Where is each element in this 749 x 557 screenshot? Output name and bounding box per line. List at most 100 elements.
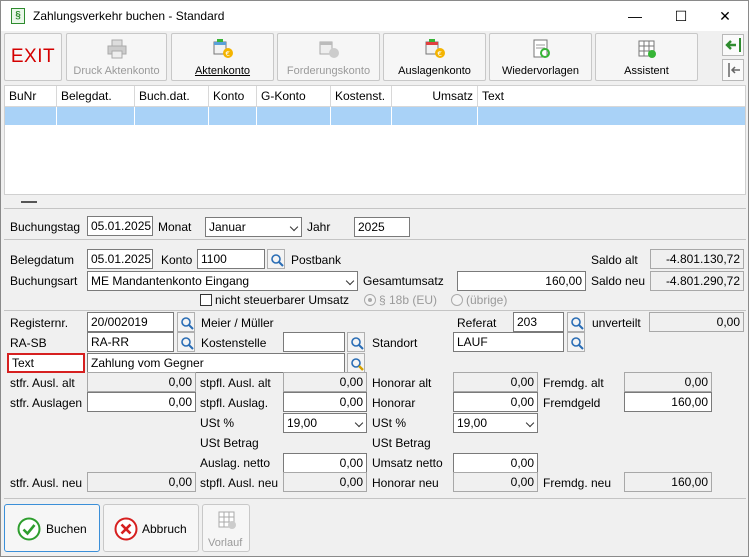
aktenkonto-button[interactable]: € Aktenkonto bbox=[171, 33, 274, 81]
col-belegdat[interactable]: Belegdat. bbox=[57, 86, 135, 107]
arrow-left-bar-icon bbox=[728, 63, 740, 77]
monat-label: Monat bbox=[158, 220, 192, 234]
stfr-ausl-neu-value: 0,00 bbox=[87, 472, 196, 492]
svg-text:€: € bbox=[225, 50, 229, 58]
standort-input[interactable]: LAUF bbox=[453, 332, 564, 352]
monat-select[interactable]: Januar bbox=[205, 217, 302, 237]
gesamtumsatz-label: Gesamtumsatz bbox=[363, 274, 444, 288]
vorlauf-button[interactable]: Vorlauf bbox=[202, 504, 250, 552]
auslag-netto-input[interactable]: 0,00 bbox=[283, 453, 367, 473]
col-bunr[interactable]: BuNr bbox=[5, 86, 57, 107]
text-input[interactable]: Zahlung vom Gegner bbox=[87, 353, 345, 373]
gesamtumsatz-input[interactable]: 160,00 bbox=[457, 271, 586, 291]
col-konto[interactable]: Konto bbox=[209, 86, 257, 107]
referat-label: Referat bbox=[457, 316, 497, 330]
jahr-input[interactable]: 2025 bbox=[354, 217, 410, 237]
ust2-value: 19,00 bbox=[457, 416, 488, 430]
druck-aktenkonto-button[interactable]: Druck Aktenkonto bbox=[66, 33, 167, 81]
grid-cell bbox=[135, 107, 209, 125]
stfr-ausl-neu-label: stfr. Ausl. neu bbox=[10, 476, 83, 490]
stfr-auslagen-input[interactable]: 0,00 bbox=[87, 392, 196, 412]
abbruch-button[interactable]: Abbruch bbox=[103, 504, 199, 552]
radio-18b[interactable] bbox=[364, 294, 376, 306]
search-icon bbox=[181, 317, 194, 330]
printer-icon bbox=[107, 39, 126, 59]
referat-search-button[interactable] bbox=[567, 312, 585, 332]
fremdgeld-input[interactable]: 160,00 bbox=[624, 392, 712, 412]
divider bbox=[4, 498, 746, 499]
ust1-value: 19,00 bbox=[287, 416, 318, 430]
kostenstelle-search-button[interactable] bbox=[347, 332, 365, 352]
col-gkonto[interactable]: G-Konto bbox=[257, 86, 331, 107]
auslagenkonto-label: Auslagenkonto bbox=[398, 65, 471, 77]
fremdg-neu-label: Fremdg. neu bbox=[543, 476, 612, 490]
grid-header: BuNr Belegdat. Buch.dat. Konto G-Konto K… bbox=[5, 86, 745, 107]
divider bbox=[4, 239, 746, 240]
saldo-alt-value: -4.801.130,72 bbox=[650, 249, 744, 269]
col-umsatz[interactable]: Umsatz bbox=[392, 86, 478, 107]
dock-right-button[interactable] bbox=[722, 34, 744, 56]
svg-text:€: € bbox=[437, 50, 441, 58]
vorlauf-icon bbox=[218, 511, 236, 529]
auslagenkonto-button[interactable]: € Auslagenkonto bbox=[383, 33, 486, 81]
konto-name: Postbank bbox=[291, 253, 342, 267]
forderungskonto-button[interactable]: Forderungskonto bbox=[277, 33, 380, 81]
mandant-name: Meier / Müller bbox=[201, 316, 274, 330]
exit-label: EXIT bbox=[10, 46, 56, 67]
buchungsart-label: Buchungsart bbox=[10, 274, 78, 288]
grid-cell bbox=[257, 107, 331, 125]
konto-input[interactable]: 1100 bbox=[197, 249, 265, 269]
close-button[interactable]: ✕ bbox=[702, 1, 748, 31]
buchungen-grid[interactable]: BuNr Belegdat. Buch.dat. Konto G-Konto K… bbox=[4, 85, 746, 195]
radio-18b-label: § 18b (EU) bbox=[379, 293, 438, 307]
divider bbox=[4, 208, 746, 209]
table-row[interactable] bbox=[5, 107, 745, 125]
referat-input[interactable]: 203 bbox=[513, 312, 564, 332]
ust1-label: USt % bbox=[200, 416, 235, 430]
buchungstag-input[interactable]: 05.01.2025 bbox=[87, 216, 153, 236]
exit-button[interactable]: EXIT bbox=[4, 33, 62, 81]
radio-uebrige[interactable] bbox=[451, 294, 463, 306]
text-template-button[interactable] bbox=[347, 353, 365, 373]
honorar-label: Honorar bbox=[372, 396, 416, 410]
col-kostenst[interactable]: Kostenst. bbox=[331, 86, 392, 107]
col-text[interactable]: Text bbox=[478, 86, 745, 107]
buchungsart-select[interactable]: ME Mandantenkonto Eingang bbox=[87, 271, 358, 291]
registernr-search-button[interactable] bbox=[177, 312, 195, 332]
assistent-button[interactable]: Assistent bbox=[595, 33, 698, 81]
registernr-input[interactable]: 20/002019 bbox=[87, 312, 174, 332]
radio-uebrige-label: (übrige) bbox=[466, 293, 508, 307]
rasb-input[interactable]: RA-RR bbox=[87, 332, 174, 352]
grid-cell bbox=[331, 107, 392, 125]
umsatz-netto-input[interactable]: 0,00 bbox=[453, 453, 538, 473]
buchen-button[interactable]: Buchen bbox=[4, 504, 100, 552]
grid-cell bbox=[209, 107, 257, 125]
kostenstelle-input[interactable] bbox=[283, 332, 345, 352]
col-buchdat[interactable]: Buch.dat. bbox=[135, 86, 209, 107]
registernr-label: Registernr. bbox=[10, 316, 69, 330]
auslag-netto-label: Auslag. netto bbox=[200, 456, 271, 470]
forderungskonto-label: Forderungskonto bbox=[286, 65, 371, 77]
ust1-select[interactable]: 19,00 bbox=[283, 413, 367, 433]
chevron-down-icon bbox=[525, 418, 535, 428]
standort-search-button[interactable] bbox=[567, 332, 585, 352]
stfr-auslagen-label: stfr. Auslagen bbox=[10, 396, 83, 410]
belegdatum-input[interactable]: 05.01.2025 bbox=[87, 249, 153, 269]
minimize-button[interactable]: — bbox=[612, 1, 658, 31]
stpfl-auslag-input[interactable]: 0,00 bbox=[283, 392, 367, 412]
konto-search-button[interactable] bbox=[267, 249, 285, 269]
umsatz-netto-label: Umsatz netto bbox=[372, 456, 443, 470]
nicht-steuerbar-checkbox[interactable] bbox=[200, 294, 212, 306]
wiedervorlagen-button[interactable]: Wiedervorlagen bbox=[489, 33, 592, 81]
maximize-button[interactable]: ☐ bbox=[658, 1, 704, 31]
honorar-input[interactable]: 0,00 bbox=[453, 392, 538, 412]
chevron-down-icon bbox=[354, 418, 364, 428]
honorar-neu-value: 0,00 bbox=[453, 472, 538, 492]
grid-splitter[interactable] bbox=[21, 201, 37, 203]
rasb-search-button[interactable] bbox=[177, 332, 195, 352]
nicht-steuerbar-label: nicht steuerbarer Umsatz bbox=[215, 293, 350, 307]
dock-left-button[interactable] bbox=[722, 59, 744, 81]
stpfl-ausl-alt-label: stpfl. Ausl. alt bbox=[200, 376, 271, 390]
abbruch-label: Abbruch bbox=[142, 522, 187, 536]
ust2-select[interactable]: 19,00 bbox=[453, 413, 538, 433]
